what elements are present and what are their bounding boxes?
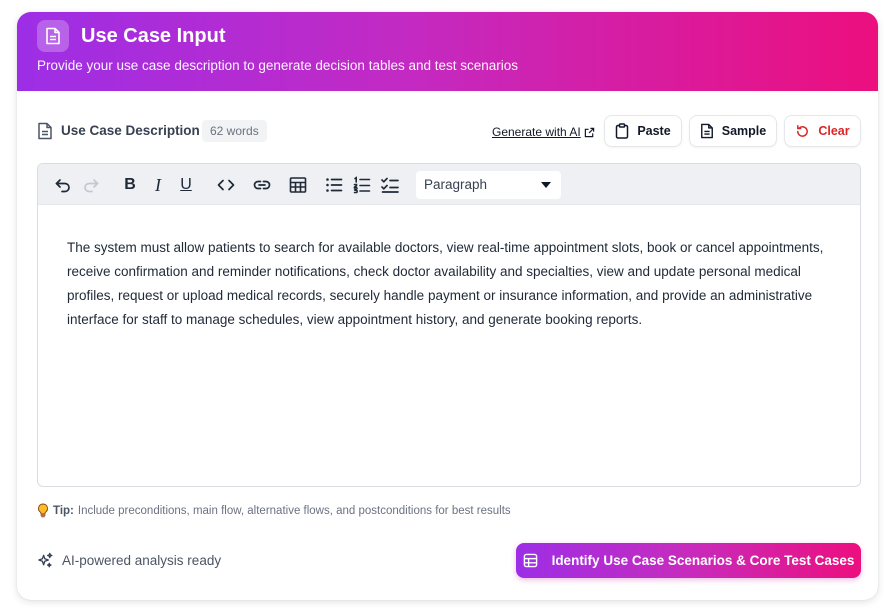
sample-label: Sample xyxy=(721,124,767,138)
sample-button[interactable]: Sample xyxy=(689,115,777,147)
table-icon[interactable] xyxy=(287,174,309,196)
document-icon xyxy=(38,122,52,140)
editor-content[interactable]: The system must allow patients to search… xyxy=(67,236,837,332)
block-type-value: Paragraph xyxy=(424,177,488,192)
redo-icon[interactable] xyxy=(80,174,102,196)
ai-status: AI-powered analysis ready xyxy=(37,552,221,569)
external-link-icon xyxy=(584,127,594,137)
table-icon xyxy=(523,553,537,568)
paste-label: Paste xyxy=(637,124,671,138)
underline-icon[interactable]: U xyxy=(175,174,197,196)
section-label: Use Case Description xyxy=(61,123,200,138)
block-type-select[interactable]: Paragraph xyxy=(416,171,561,199)
document-icon xyxy=(700,123,713,139)
italic-icon[interactable]: I xyxy=(147,174,169,196)
tip-text: Tip: Include preconditions, main flow, a… xyxy=(37,503,511,518)
clear-button[interactable]: Clear xyxy=(784,115,861,147)
use-case-input-card: Use Case Input Provide your use case des… xyxy=(17,12,878,600)
document-icon xyxy=(37,20,69,52)
reset-icon xyxy=(797,124,809,137)
lightbulb-icon xyxy=(38,503,48,518)
clipboard-icon xyxy=(616,123,629,139)
editor-toolbar: B I U Paragraph xyxy=(38,164,860,205)
caret-down-icon xyxy=(541,182,551,188)
checklist-icon[interactable] xyxy=(379,174,401,196)
code-icon[interactable] xyxy=(215,174,237,196)
undo-icon[interactable] xyxy=(52,174,74,196)
identify-scenarios-button[interactable]: Identify Use Case Scenarios & Core Test … xyxy=(516,543,861,578)
sparkles-icon xyxy=(38,552,53,568)
generate-with-ai-link[interactable]: Generate with AI xyxy=(492,125,595,139)
link-icon[interactable] xyxy=(251,174,273,196)
generate-with-ai-label: Generate with AI xyxy=(492,125,581,139)
rich-text-editor: B I U Paragraph The system must allow pa… xyxy=(37,163,861,487)
clear-label: Clear xyxy=(818,124,850,138)
tip-label: Tip: xyxy=(53,504,74,517)
numbered-list-icon[interactable] xyxy=(351,174,373,196)
page-title: Use Case Input xyxy=(81,25,226,47)
bold-icon[interactable]: B xyxy=(119,174,141,196)
card-header: Use Case Input Provide your use case des… xyxy=(17,12,878,91)
word-count-badge: 62 words xyxy=(202,120,267,142)
ai-status-label: AI-powered analysis ready xyxy=(62,553,222,568)
paste-button[interactable]: Paste xyxy=(604,115,682,147)
bullet-list-icon[interactable] xyxy=(323,174,345,196)
tip-body: Include preconditions, main flow, altern… xyxy=(77,504,511,517)
page-subtitle: Provide your use case description to gen… xyxy=(37,58,519,73)
identify-scenarios-label: Identify Use Case Scenarios & Core Test … xyxy=(551,553,855,568)
